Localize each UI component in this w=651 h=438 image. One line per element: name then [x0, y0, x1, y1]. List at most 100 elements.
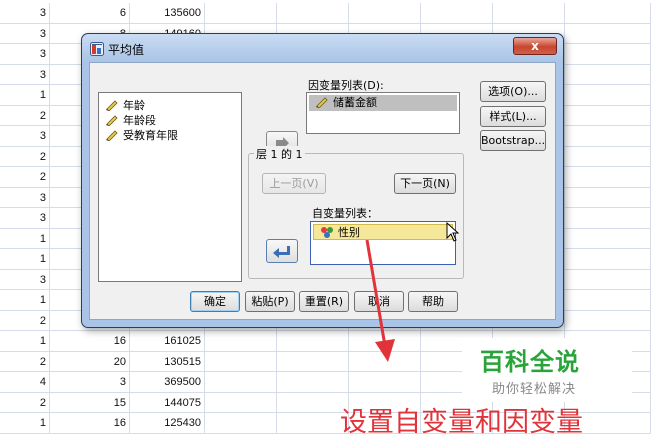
table-cell[interactable]: 3 — [0, 187, 50, 208]
table-cell[interactable] — [565, 23, 651, 44]
table-cell[interactable] — [205, 372, 277, 393]
table-cell[interactable] — [565, 126, 651, 147]
table-cell[interactable]: 1 — [0, 85, 50, 106]
means-dialog: 平均值 x 年龄 年龄段 受教育年限 因变量列表(D): 储蓄金额 层 1 的 … — [81, 33, 564, 328]
table-cell[interactable]: 3 — [0, 208, 50, 229]
table-cell[interactable]: 6 — [50, 3, 130, 24]
table-cell[interactable] — [565, 228, 651, 249]
table-cell[interactable] — [205, 331, 277, 352]
table-cell[interactable] — [565, 187, 651, 208]
table-cell[interactable] — [565, 146, 651, 167]
scale-variable-icon — [106, 100, 118, 111]
table-cell[interactable] — [565, 208, 651, 229]
table-cell[interactable]: 161025 — [130, 331, 205, 352]
table-cell[interactable]: 16 — [50, 331, 130, 352]
dependent-list-label: 因变量列表(D): — [308, 79, 384, 92]
ok-button[interactable]: 确定 — [190, 291, 240, 312]
table-cell[interactable] — [565, 269, 651, 290]
table-row[interactable]: 3 6 135600 — [0, 3, 651, 24]
table-cell[interactable] — [565, 44, 651, 65]
annotation-arrow-icon — [365, 239, 395, 362]
close-button[interactable]: x — [513, 37, 557, 55]
table-cell[interactable] — [277, 351, 349, 372]
table-cell[interactable]: 3 — [0, 126, 50, 147]
table-cell[interactable]: 2 — [0, 310, 50, 331]
table-cell[interactable]: 3 — [0, 269, 50, 290]
options-button[interactable]: 选项(O)... — [480, 81, 546, 102]
table-cell[interactable]: 369500 — [130, 372, 205, 393]
table-cell[interactable]: 144075 — [130, 392, 205, 413]
table-cell[interactable] — [349, 372, 421, 393]
table-cell[interactable]: 16 — [50, 413, 130, 434]
table-cell[interactable]: 2 — [0, 392, 50, 413]
table-cell[interactable]: 3 — [0, 3, 50, 24]
app-icon — [90, 42, 104, 56]
table-cell[interactable]: 1 — [0, 413, 50, 434]
watermark-title: 百科全说 — [480, 348, 580, 376]
source-var-label: 年龄段 — [123, 114, 156, 127]
table-cell[interactable]: 1 — [0, 290, 50, 311]
list-item[interactable]: 年龄段 — [105, 113, 156, 128]
table-cell[interactable]: 3 — [50, 372, 130, 393]
previous-layer-button[interactable]: 上一页(V) — [262, 173, 326, 194]
dialog-titlebar[interactable]: 平均值 x — [82, 34, 563, 62]
source-variable-list[interactable]: 年龄 年龄段 受教育年限 — [98, 92, 242, 282]
table-cell[interactable] — [277, 331, 349, 352]
table-cell[interactable] — [277, 392, 349, 413]
bootstrap-button[interactable]: Bootstrap... — [480, 130, 546, 151]
watermark: 百科全说 助你轻松解决 — [462, 338, 632, 402]
table-cell[interactable] — [205, 413, 277, 434]
list-item[interactable]: 受教育年限 — [105, 128, 178, 143]
table-cell[interactable]: 1 — [0, 249, 50, 270]
table-cell[interactable] — [565, 64, 651, 85]
table-cell[interactable] — [565, 249, 651, 270]
table-cell[interactable]: 2 — [0, 105, 50, 126]
list-item[interactable]: 年龄 — [105, 98, 145, 113]
table-cell[interactable]: 15 — [50, 392, 130, 413]
table-cell[interactable] — [349, 3, 421, 24]
scale-variable-icon — [106, 115, 118, 126]
table-cell[interactable] — [205, 3, 277, 24]
table-cell[interactable] — [421, 3, 493, 24]
table-cell[interactable]: 1 — [0, 228, 50, 249]
paste-button[interactable]: 粘贴(P) — [245, 291, 295, 312]
style-button[interactable]: 样式(L)... — [480, 106, 546, 127]
table-cell[interactable] — [277, 3, 349, 24]
table-cell[interactable] — [565, 105, 651, 126]
table-cell[interactable]: 4 — [0, 372, 50, 393]
help-button[interactable]: 帮助 — [408, 291, 458, 312]
table-cell[interactable]: 3 — [0, 64, 50, 85]
move-to-independent-button[interactable] — [266, 239, 298, 263]
table-cell[interactable]: 1 — [0, 331, 50, 352]
next-layer-button[interactable]: 下一页(N) — [394, 173, 456, 194]
table-cell[interactable] — [565, 3, 651, 24]
table-cell[interactable]: 2 — [0, 351, 50, 372]
list-item[interactable]: 储蓄金额 — [309, 95, 457, 111]
scale-variable-icon — [316, 97, 328, 108]
table-cell[interactable] — [277, 372, 349, 393]
table-cell[interactable] — [493, 3, 565, 24]
table-cell[interactable] — [205, 351, 277, 372]
table-cell[interactable]: 130515 — [130, 351, 205, 372]
table-cell[interactable] — [565, 310, 651, 331]
table-cell[interactable] — [565, 167, 651, 188]
dependent-var-label: 储蓄金额 — [333, 96, 377, 109]
table-cell[interactable]: 20 — [50, 351, 130, 372]
table-cell[interactable]: 3 — [0, 44, 50, 65]
table-cell[interactable] — [565, 290, 651, 311]
table-cell[interactable]: 125430 — [130, 413, 205, 434]
dependent-list[interactable]: 储蓄金额 — [306, 92, 460, 134]
watermark-subtitle: 助你轻松解决 — [492, 382, 577, 397]
caption-text: 设置自变量和因变量 — [340, 407, 583, 438]
nominal-variable-icon — [321, 227, 333, 238]
table-cell[interactable]: 3 — [0, 23, 50, 44]
layer-label: 层 1 的 1 — [254, 146, 305, 162]
table-cell[interactable]: 135600 — [130, 3, 205, 24]
table-cell[interactable]: 2 — [0, 146, 50, 167]
table-cell[interactable] — [565, 85, 651, 106]
table-cell[interactable]: 2 — [0, 167, 50, 188]
table-cell[interactable] — [277, 413, 349, 434]
source-var-label: 年龄 — [123, 99, 145, 112]
table-cell[interactable] — [205, 392, 277, 413]
reset-button[interactable]: 重置(R) — [299, 291, 349, 312]
